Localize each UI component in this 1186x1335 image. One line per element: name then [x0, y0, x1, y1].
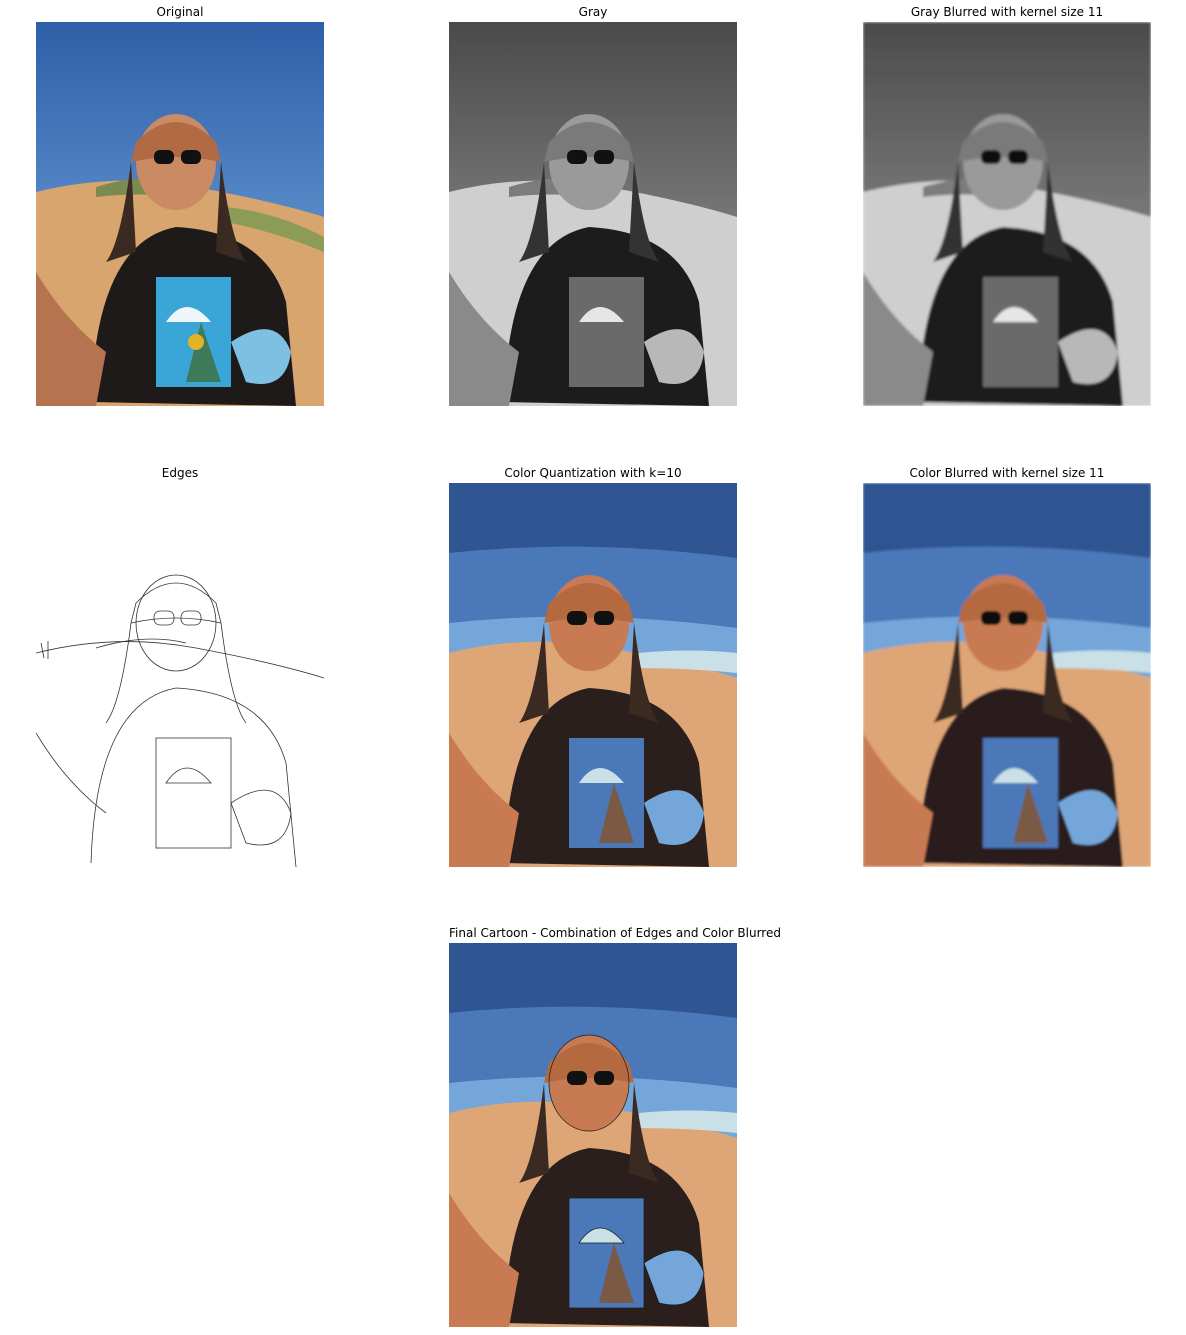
color-blurred-image — [863, 483, 1151, 867]
panel-original: Original — [36, 5, 324, 407]
panel-title: Gray — [578, 5, 608, 19]
panel-edges: Edges — [36, 466, 324, 868]
gray-photo — [449, 22, 737, 406]
panel-gray-blurred: Gray Blurred with kernel size 11 — [863, 5, 1151, 407]
panel-title: Color Blurred with kernel size 11 — [909, 466, 1105, 480]
final-cartoon-image — [449, 943, 737, 1327]
panel-color-quantization: Color Quantization with k=10 — [449, 466, 737, 868]
original-photo — [36, 22, 324, 406]
panel-final-cartoon: Final Cartoon - Combination of Edges and… — [449, 926, 781, 1328]
color-quantization-image — [449, 483, 737, 867]
panel-title: Edges — [161, 466, 199, 480]
panel-gray: Gray — [449, 5, 737, 407]
edges-image — [36, 483, 324, 867]
panel-title: Gray Blurred with kernel size 11 — [910, 5, 1104, 19]
panel-title: Original — [156, 5, 204, 19]
gray-blurred-photo — [863, 22, 1151, 406]
panel-title: Final Cartoon - Combination of Edges and… — [449, 926, 781, 940]
panel-color-blurred: Color Blurred with kernel size 11 — [863, 466, 1151, 868]
panel-title: Color Quantization with k=10 — [504, 466, 682, 480]
